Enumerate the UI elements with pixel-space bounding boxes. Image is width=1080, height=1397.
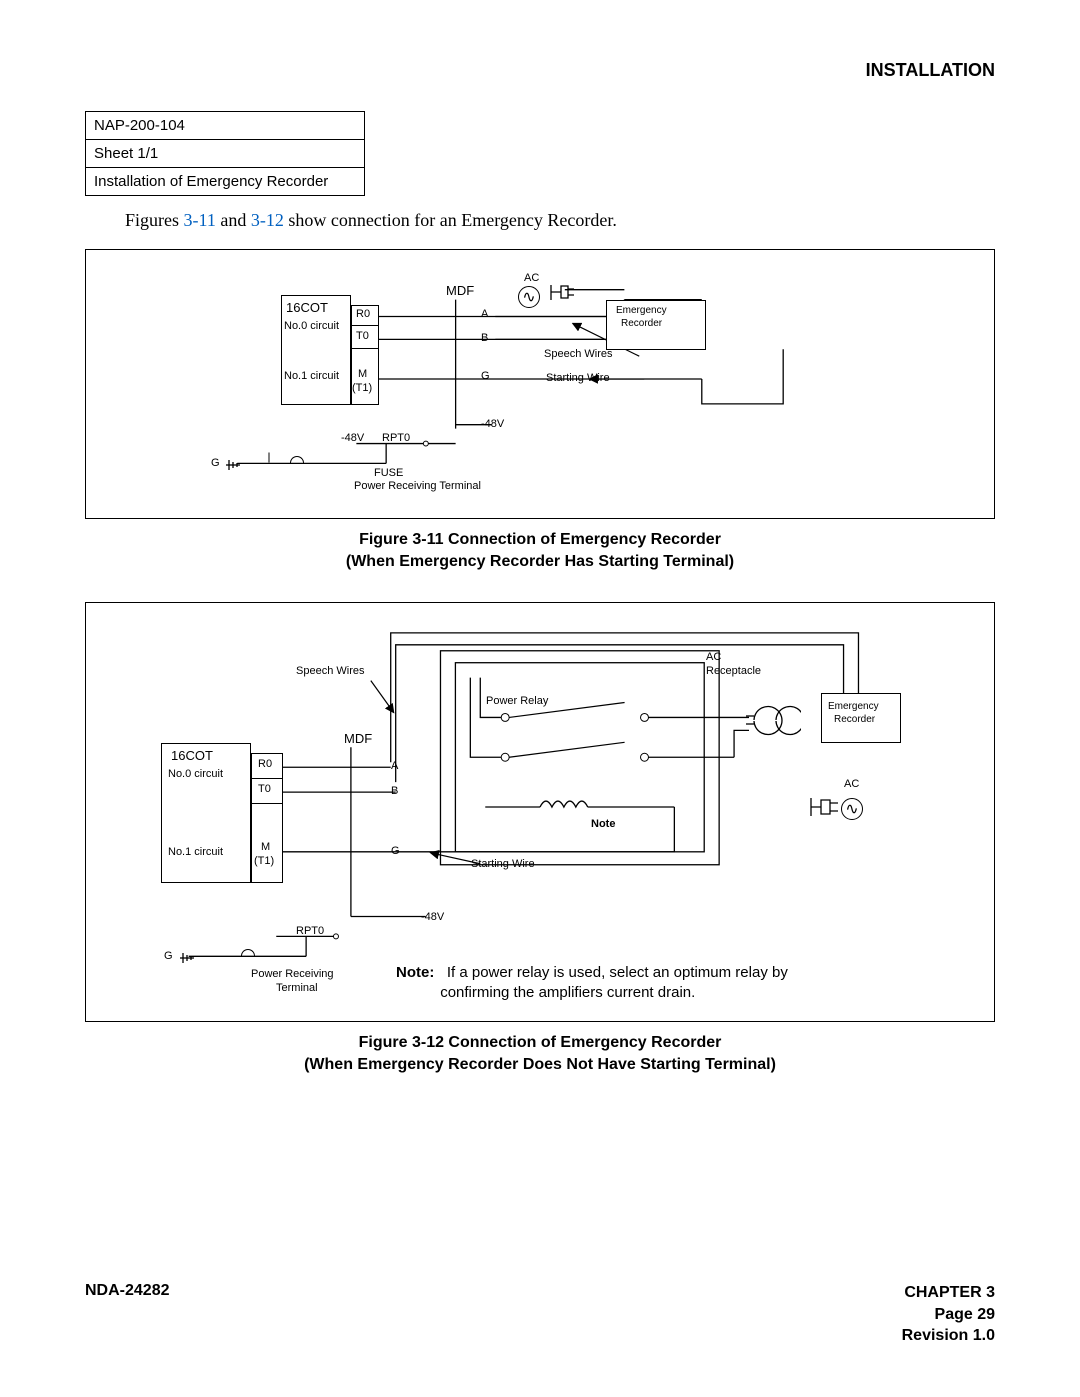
pin-divider-2 <box>351 348 379 349</box>
emerg-label-1b: Emergency <box>828 701 879 712</box>
circuit-0-label: No.0 circuit <box>284 320 339 332</box>
fig1-caption-l1: Figure 3-11 Connection of Emergency Reco… <box>359 531 721 548</box>
mdf-g-2: G <box>391 845 400 857</box>
relay-note: Note: If a power relay is used, select a… <box>396 963 956 1004</box>
nap-info-box: NAP-200-104 Sheet 1/1 Installation of Em… <box>85 111 365 196</box>
note-line-2: confirming the amplifiers current drain. <box>440 984 695 1001</box>
plug-icon-2 <box>806 793 841 821</box>
pin-m-2: M <box>261 841 270 853</box>
figure-3-12-caption: Figure 3-12 Connection of Emergency Reco… <box>85 1032 995 1075</box>
note-lead: Note: <box>396 964 434 981</box>
circuit-1-label: No.1 circuit <box>284 370 339 382</box>
mdf-a: A <box>481 308 488 320</box>
page-number: Page 29 <box>902 1304 995 1326</box>
figure-3-11: 16COT No.0 circuit No.1 circuit R0 T0 M … <box>85 249 995 519</box>
sheet-number: Sheet 1/1 <box>86 140 364 168</box>
fuse-icon-2 <box>241 949 255 956</box>
figure-3-12: 16COT No.0 circuit No.1 circuit R0 T0 M … <box>85 602 995 1022</box>
page-footer: NDA-24282 CHAPTER 3 Page 29 Revision 1.0 <box>85 1282 995 1347</box>
pin-t0-2: T0 <box>258 783 271 795</box>
pin-r0-2: R0 <box>258 758 272 770</box>
emerg-label-2b: Recorder <box>834 714 875 725</box>
plug-icon <box>546 280 576 305</box>
mdf-g: G <box>481 370 490 382</box>
starting-wire-label-2: Starting Wire <box>471 858 535 870</box>
revision-label: Revision 1.0 <box>902 1325 995 1347</box>
pin-t1-2: (T1) <box>254 855 274 867</box>
ground-g-label-2: G <box>164 950 173 962</box>
power-relay-label: Power Relay <box>486 695 548 707</box>
ac-recept-label-2: Receptacle <box>706 665 761 677</box>
rpt0-label-2: RPT0 <box>296 925 324 937</box>
pin-t1: (T1) <box>352 382 372 394</box>
intro-suffix: show connection for an Emergency Recorde… <box>284 210 617 230</box>
doc-number: NDA-24282 <box>85 1282 169 1347</box>
mdf-label-2: MDF <box>344 731 372 746</box>
intro-mid: and <box>216 210 251 230</box>
figure-ref-3-11[interactable]: 3-11 <box>184 210 216 230</box>
mdf-label: MDF <box>446 283 474 298</box>
pin-divider-1 <box>351 325 379 326</box>
ac-symbol: ∿ <box>518 286 540 308</box>
pin-divider-2b <box>251 803 283 804</box>
figure-3-11-wires <box>86 250 994 518</box>
minus48v-1: -48V <box>481 418 504 430</box>
fig2-caption-l1: Figure 3-12 Connection of Emergency Reco… <box>359 1034 722 1051</box>
section-header: INSTALLATION <box>85 60 995 81</box>
fuse-label: FUSE <box>374 467 403 479</box>
cot-label-2: 16COT <box>171 748 213 763</box>
pin-m: M <box>358 368 367 380</box>
page: INSTALLATION NAP-200-104 Sheet 1/1 Insta… <box>0 0 1080 1397</box>
minus48v-3: -48V <box>421 911 444 923</box>
ground-icon-2 <box>178 949 196 967</box>
intro-prefix: Figures <box>125 210 184 230</box>
speech-wires-label-2: Speech Wires <box>296 665 364 677</box>
prt-label-2a: Power Receiving <box>251 968 334 980</box>
minus48v-2: -48V <box>341 432 364 444</box>
rpt0-label: RPT0 <box>382 432 410 444</box>
ground-g-label: G <box>211 457 220 469</box>
mdf-b-2: B <box>391 785 398 797</box>
circuit-0-label-2: No.0 circuit <box>168 768 223 780</box>
nap-code: NAP-200-104 <box>86 112 364 140</box>
speech-wires-label: Speech Wires <box>544 348 612 360</box>
emerg-label-1: Emergency <box>616 305 667 316</box>
pin-divider-2a <box>251 778 283 779</box>
ac-label: AC <box>524 272 539 284</box>
mdf-b: B <box>481 332 488 344</box>
ac-label-2: AC <box>844 778 859 790</box>
cot-label: 16COT <box>286 300 328 315</box>
intro-paragraph: Figures 3-11 and 3-12 show connection fo… <box>85 210 995 231</box>
ac-recept-label-1: AC <box>706 651 721 663</box>
ground-icon <box>224 456 242 474</box>
relay-note-tag: Note <box>591 818 615 830</box>
emerg-label-2: Recorder <box>621 318 662 329</box>
mdf-a-2: A <box>391 760 398 772</box>
nap-title: Installation of Emergency Recorder <box>86 168 364 195</box>
note-line-1: If a power relay is used, select an opti… <box>447 964 788 981</box>
fig2-caption-l2: (When Emergency Recorder Does Not Have S… <box>304 1056 776 1073</box>
fuse-stub-left <box>269 453 270 463</box>
fuse-icon <box>290 456 304 463</box>
fig1-caption-l2: (When Emergency Recorder Has Starting Te… <box>346 553 734 570</box>
pin-r0: R0 <box>356 308 370 320</box>
figure-ref-3-12[interactable]: 3-12 <box>251 210 284 230</box>
prt-label-2b: Terminal <box>276 982 318 994</box>
starting-wire-label: Starting Wire <box>546 372 610 384</box>
receptacle-icon <box>746 698 801 743</box>
pin-t0: T0 <box>356 330 369 342</box>
figure-3-11-caption: Figure 3-11 Connection of Emergency Reco… <box>85 529 995 572</box>
prt-label: Power Receiving Terminal <box>354 480 481 492</box>
cot-block-2 <box>161 743 251 883</box>
chapter-label: CHAPTER 3 <box>902 1282 995 1304</box>
circuit-1-label-2: No.1 circuit <box>168 846 223 858</box>
